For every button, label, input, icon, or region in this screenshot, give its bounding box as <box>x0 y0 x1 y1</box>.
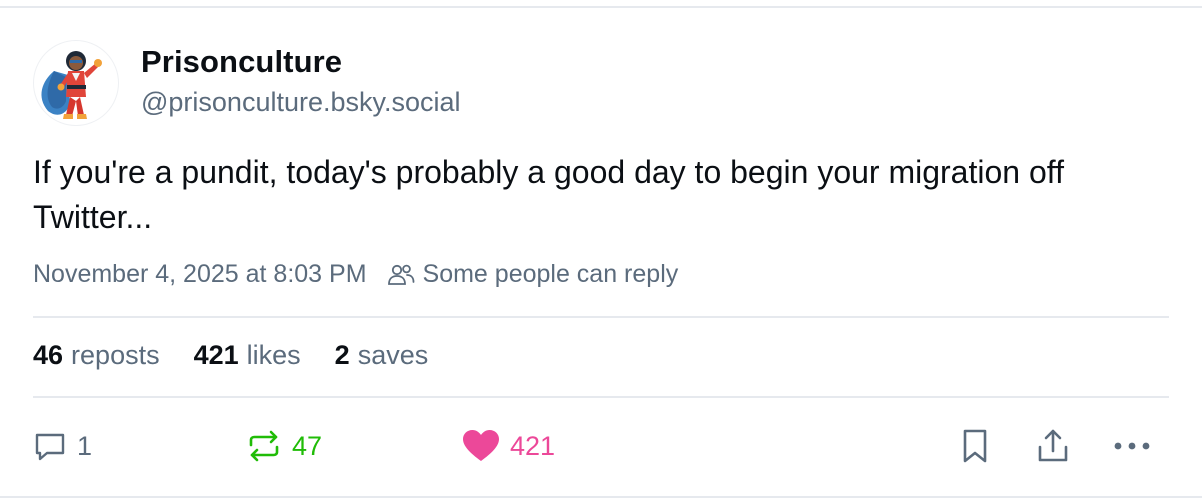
post-stats: 46 reposts 421 likes 2 saves <box>33 340 462 371</box>
author-display-name[interactable]: Prisonculture <box>141 44 342 80</box>
reply-setting[interactable]: Some people can reply <box>387 260 679 289</box>
divider <box>33 396 1169 398</box>
bookmark-icon <box>963 429 987 463</box>
reposts-label: reposts <box>71 340 160 370</box>
share-icon <box>1038 429 1068 462</box>
reposts-count: 46 <box>33 340 64 370</box>
more-options-button[interactable] <box>1112 420 1152 472</box>
ellipsis-icon <box>1114 442 1150 450</box>
repost-button[interactable]: 47 <box>246 420 322 472</box>
likes-label: likes <box>246 340 301 370</box>
bookmark-button[interactable] <box>960 420 990 472</box>
repost-icon <box>249 430 279 462</box>
post-actions: 1 47 421 <box>0 420 1202 472</box>
like-count: 421 <box>510 430 556 461</box>
heart-icon <box>463 430 499 461</box>
superhero-avatar-icon <box>41 51 102 119</box>
author-handle[interactable]: @prisonculture.bsky.social <box>141 87 461 118</box>
saves-count: 2 <box>334 340 350 370</box>
like-button[interactable]: 421 <box>462 420 555 472</box>
likes-stat[interactable]: 421 likes <box>194 340 301 371</box>
avatar[interactable] <box>33 40 119 126</box>
reply-setting-label: Some people can reply <box>422 260 679 288</box>
repost-count: 47 <box>292 430 323 461</box>
top-border <box>0 6 1202 8</box>
post-meta: November 4, 2025 at 8:03 PM Some people … <box>33 260 678 289</box>
reply-button[interactable]: 1 <box>33 420 92 472</box>
post-timestamp: November 4, 2025 at 8:03 PM <box>33 260 367 288</box>
people-icon <box>387 264 414 285</box>
comment-icon <box>35 433 65 461</box>
share-button[interactable] <box>1035 420 1071 472</box>
reposts-stat[interactable]: 46 reposts <box>33 340 160 371</box>
bottom-border <box>0 496 1202 498</box>
post-text: If you're a pundit, today's probably a g… <box>33 154 1064 235</box>
likes-count: 421 <box>193 340 239 370</box>
saves-stat[interactable]: 2 saves <box>335 340 429 371</box>
saves-label: saves <box>357 340 429 370</box>
reply-count: 1 <box>77 430 93 461</box>
divider <box>33 316 1169 318</box>
